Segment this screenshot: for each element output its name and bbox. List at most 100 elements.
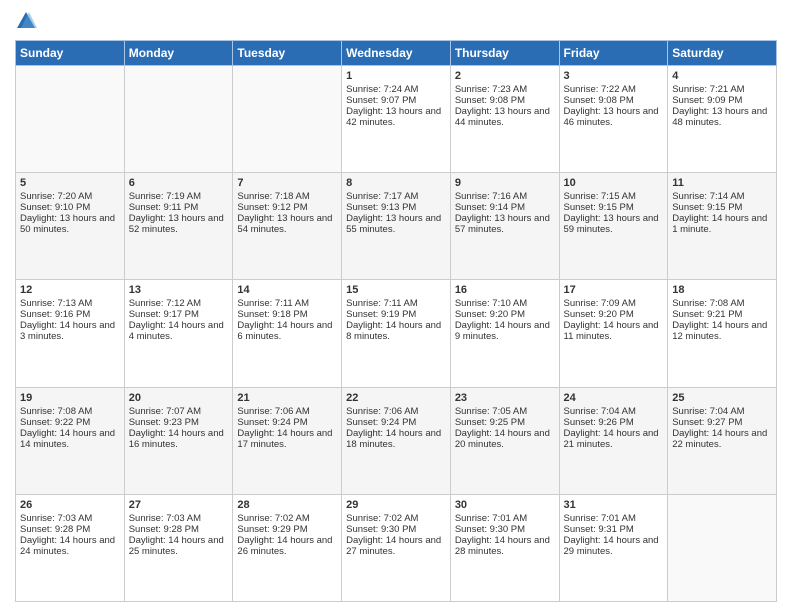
daylight-text: Daylight: 14 hours and 22 minutes. <box>672 428 772 450</box>
day-cell: 18Sunrise: 7:08 AMSunset: 9:21 PMDayligh… <box>668 280 777 387</box>
day-number: 25 <box>672 392 772 404</box>
sunset-text: Sunset: 9:28 PM <box>129 524 229 535</box>
dow-header: Wednesday <box>342 41 451 66</box>
day-cell: 21Sunrise: 7:06 AMSunset: 9:24 PMDayligh… <box>233 387 342 494</box>
day-cell: 17Sunrise: 7:09 AMSunset: 9:20 PMDayligh… <box>559 280 668 387</box>
sunrise-text: Sunrise: 7:08 AM <box>672 298 772 309</box>
daylight-text: Daylight: 14 hours and 16 minutes. <box>129 428 229 450</box>
daylight-text: Daylight: 14 hours and 4 minutes. <box>129 320 229 342</box>
day-number: 5 <box>20 177 120 189</box>
day-cell: 14Sunrise: 7:11 AMSunset: 9:18 PMDayligh… <box>233 280 342 387</box>
day-number: 7 <box>237 177 337 189</box>
day-number: 21 <box>237 392 337 404</box>
sunrise-text: Sunrise: 7:15 AM <box>564 191 664 202</box>
sunrise-text: Sunrise: 7:11 AM <box>346 298 446 309</box>
sunset-text: Sunset: 9:23 PM <box>129 417 229 428</box>
day-number: 10 <box>564 177 664 189</box>
day-cell: 8Sunrise: 7:17 AMSunset: 9:13 PMDaylight… <box>342 173 451 280</box>
sunset-text: Sunset: 9:14 PM <box>455 202 555 213</box>
daylight-text: Daylight: 14 hours and 26 minutes. <box>237 535 337 557</box>
sunrise-text: Sunrise: 7:03 AM <box>129 513 229 524</box>
day-number: 2 <box>455 70 555 82</box>
day-number: 22 <box>346 392 446 404</box>
sunrise-text: Sunrise: 7:18 AM <box>237 191 337 202</box>
sunrise-text: Sunrise: 7:14 AM <box>672 191 772 202</box>
day-number: 3 <box>564 70 664 82</box>
sunrise-text: Sunrise: 7:09 AM <box>564 298 664 309</box>
day-cell: 20Sunrise: 7:07 AMSunset: 9:23 PMDayligh… <box>124 387 233 494</box>
sunset-text: Sunset: 9:21 PM <box>672 309 772 320</box>
daylight-text: Daylight: 13 hours and 57 minutes. <box>455 213 555 235</box>
sunset-text: Sunset: 9:20 PM <box>564 309 664 320</box>
logo <box>15 10 41 32</box>
day-cell: 27Sunrise: 7:03 AMSunset: 9:28 PMDayligh… <box>124 494 233 601</box>
dow-header: Friday <box>559 41 668 66</box>
daylight-text: Daylight: 13 hours and 48 minutes. <box>672 106 772 128</box>
day-number: 12 <box>20 284 120 296</box>
day-cell: 19Sunrise: 7:08 AMSunset: 9:22 PMDayligh… <box>16 387 125 494</box>
day-cell: 28 Sunrise: 7:02 AMSunset: 9:29 PMDayligh… <box>233 494 342 601</box>
daylight-text: Daylight: 14 hours and 18 minutes. <box>346 428 446 450</box>
sunset-text: Sunset: 9:17 PM <box>129 309 229 320</box>
daylight-text: Daylight: 13 hours and 52 minutes. <box>129 213 229 235</box>
sunrise-text: Sunrise: 7:22 AM <box>564 84 664 95</box>
sunset-text: Sunset: 9:09 PM <box>672 95 772 106</box>
sunset-text: Sunset: 9:30 PM <box>455 524 555 535</box>
day-cell: 7Sunrise: 7:18 AMSunset: 9:12 PMDaylight… <box>233 173 342 280</box>
day-number: 19 <box>20 392 120 404</box>
daylight-text: Daylight: 13 hours and 55 minutes. <box>346 213 446 235</box>
sunset-text: Sunset: 9:29 PM <box>237 524 337 535</box>
sunset-text: Sunset: 9:15 PM <box>564 202 664 213</box>
sunrise-text: Sunrise: 7:20 AM <box>20 191 120 202</box>
sunset-text: Sunset: 9:28 PM <box>20 524 120 535</box>
sunrise-text: Sunrise: 7:02 AM <box>237 513 337 524</box>
day-cell: 22Sunrise: 7:06 AMSunset: 9:24 PMDayligh… <box>342 387 451 494</box>
day-number: 23 <box>455 392 555 404</box>
daylight-text: Daylight: 14 hours and 25 minutes. <box>129 535 229 557</box>
week-row: 1Sunrise: 7:24 AMSunset: 9:07 PMDaylight… <box>16 66 777 173</box>
day-cell: 3Sunrise: 7:22 AMSunset: 9:08 PMDaylight… <box>559 66 668 173</box>
sunrise-text: Sunrise: 7:19 AM <box>129 191 229 202</box>
sunrise-text: Sunrise: 7:17 AM <box>346 191 446 202</box>
day-cell: 1Sunrise: 7:24 AMSunset: 9:07 PMDaylight… <box>342 66 451 173</box>
day-number: 16 <box>455 284 555 296</box>
sunset-text: Sunset: 9:19 PM <box>346 309 446 320</box>
sunset-text: Sunset: 9:24 PM <box>237 417 337 428</box>
sunrise-text: Sunrise: 7:10 AM <box>455 298 555 309</box>
week-row: 19Sunrise: 7:08 AMSunset: 9:22 PMDayligh… <box>16 387 777 494</box>
daylight-text: Daylight: 13 hours and 59 minutes. <box>564 213 664 235</box>
sunset-text: Sunset: 9:08 PM <box>455 95 555 106</box>
sunrise-text: Sunrise: 7:23 AM <box>455 84 555 95</box>
daylight-text: Daylight: 14 hours and 3 minutes. <box>20 320 120 342</box>
day-cell: 2 Sunrise: 7:23 AMSunset: 9:08 PMDaylight… <box>450 66 559 173</box>
day-cell: 24Sunrise: 7:04 AMSunset: 9:26 PMDayligh… <box>559 387 668 494</box>
daylight-text: Daylight: 14 hours and 28 minutes. <box>455 535 555 557</box>
sunrise-text: Sunrise: 7:16 AM <box>455 191 555 202</box>
day-cell <box>233 66 342 173</box>
header <box>15 10 777 32</box>
logo-icon <box>15 10 37 32</box>
sunrise-text: Sunrise: 7:24 AM <box>346 84 446 95</box>
day-cell: 4Sunrise: 7:21 AMSunset: 9:09 PMDaylight… <box>668 66 777 173</box>
sunrise-text: Sunrise: 7:01 AM <box>564 513 664 524</box>
daylight-text: Daylight: 14 hours and 6 minutes. <box>237 320 337 342</box>
day-cell: 30Sunrise: 7:01 AMSunset: 9:30 PMDayligh… <box>450 494 559 601</box>
day-cell: 31Sunrise: 7:01 AMSunset: 9:31 PMDayligh… <box>559 494 668 601</box>
day-number: 17 <box>564 284 664 296</box>
daylight-text: Daylight: 14 hours and 8 minutes. <box>346 320 446 342</box>
week-row: 26Sunrise: 7:03 AMSunset: 9:28 PMDayligh… <box>16 494 777 601</box>
sunset-text: Sunset: 9:07 PM <box>346 95 446 106</box>
day-number: 8 <box>346 177 446 189</box>
daylight-text: Daylight: 14 hours and 21 minutes. <box>564 428 664 450</box>
sunset-text: Sunset: 9:25 PM <box>455 417 555 428</box>
day-cell: 29Sunrise: 7:02 AMSunset: 9:30 PMDayligh… <box>342 494 451 601</box>
day-number: 28 <box>237 499 337 511</box>
sunrise-text: Sunrise: 7:02 AM <box>346 513 446 524</box>
day-cell: 25Sunrise: 7:04 AMSunset: 9:27 PMDayligh… <box>668 387 777 494</box>
daylight-text: Daylight: 13 hours and 44 minutes. <box>455 106 555 128</box>
sunrise-text: Sunrise: 7:04 AM <box>672 406 772 417</box>
day-cell: 6Sunrise: 7:19 AMSunset: 9:11 PMDaylight… <box>124 173 233 280</box>
sunrise-text: Sunrise: 7:06 AM <box>346 406 446 417</box>
day-number: 9 <box>455 177 555 189</box>
dow-header: Tuesday <box>233 41 342 66</box>
